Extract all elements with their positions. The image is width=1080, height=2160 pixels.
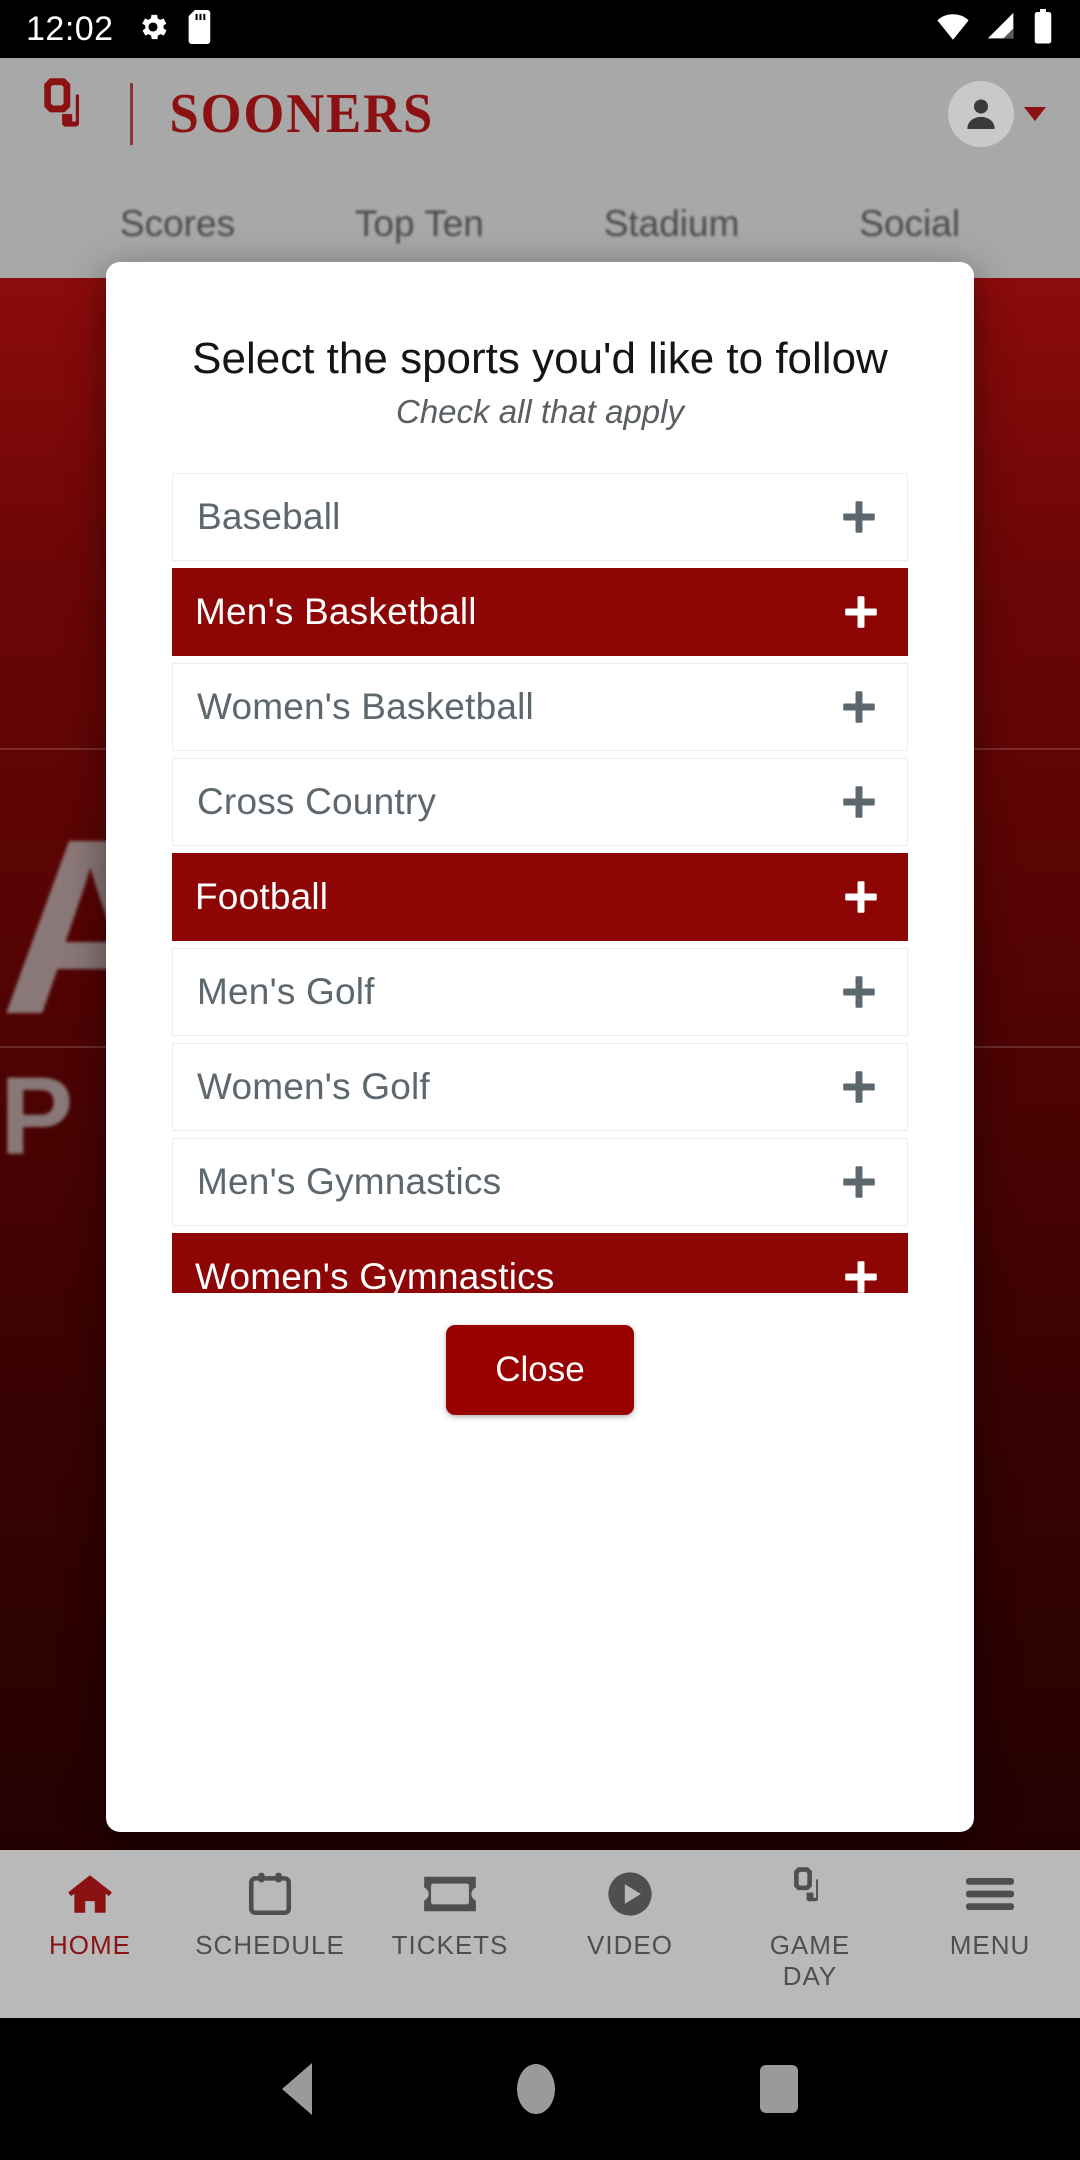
plus-icon[interactable] (837, 970, 881, 1014)
ticket-icon (422, 1866, 478, 1922)
sport-label: Women's Golf (197, 1066, 430, 1108)
sport-row[interactable]: Baseball (172, 473, 908, 562)
sport-label: Football (195, 876, 329, 918)
tab-label-home: HOME (49, 1930, 131, 1960)
plus-icon[interactable] (839, 1255, 883, 1294)
ou-logo-icon (787, 1866, 833, 1922)
modal-footer: Close (106, 1325, 974, 1416)
sport-row[interactable]: Men's Gymnastics (172, 1138, 908, 1227)
plus-icon[interactable] (839, 590, 883, 634)
sport-row[interactable]: Football (172, 853, 908, 942)
tab-video[interactable]: VIDEO (540, 1866, 720, 1961)
sport-label: Cross Country (197, 781, 437, 823)
plus-icon[interactable] (837, 1065, 881, 1109)
sport-label: Men's Gymnastics (197, 1161, 502, 1203)
sport-label: Women's Gymnastics (195, 1256, 555, 1294)
tab-label-tickets: TICKETS (391, 1930, 509, 1960)
sport-row[interactable]: Women's Gymnastics (172, 1233, 908, 1294)
calendar-icon (245, 1866, 295, 1922)
phone-screen: 12:02 SOONERS Scores Top Ten Stadium Soc… (0, 0, 1080, 2160)
sports-follow-modal: Select the sports you'd like to follow C… (106, 262, 974, 1832)
sport-label: Baseball (197, 496, 341, 538)
sport-label: Women's Basketball (197, 686, 534, 728)
sport-label: Men's Basketball (195, 591, 477, 633)
tab-schedule[interactable]: SCHEDULE (180, 1866, 360, 1961)
tab-tickets[interactable]: TICKETS (360, 1866, 540, 1961)
tab-game-day[interactable]: GAME DAY (720, 1866, 900, 1991)
play-circle-icon (604, 1866, 656, 1922)
home-circle-icon[interactable] (516, 2064, 555, 2114)
sport-row[interactable]: Women's Golf (172, 1043, 908, 1132)
sport-label: Men's Golf (197, 971, 375, 1013)
sport-row[interactable]: Men's Basketball (172, 568, 908, 657)
plus-icon[interactable] (837, 780, 881, 824)
back-triangle-icon[interactable] (282, 2063, 313, 2115)
recents-square-icon[interactable] (759, 2065, 798, 2113)
tab-label-video: VIDEO (587, 1930, 673, 1960)
modal-title: Select the sports you'd like to follow (192, 334, 888, 383)
modal-subtitle: Check all that apply (396, 393, 684, 431)
plus-icon[interactable] (837, 685, 881, 729)
plus-icon[interactable] (839, 875, 883, 919)
sport-row[interactable]: Women's Basketball (172, 663, 908, 752)
bottom-tab-bar: HOME SCHEDULE TICKETS VIDEO GAME DAY MEN… (0, 1850, 1080, 2018)
sport-row[interactable]: Men's Golf (172, 948, 908, 1037)
sports-list[interactable]: Baseball Men's Basketball Women's Basketba… (172, 473, 908, 1294)
tab-home[interactable]: HOME (0, 1866, 180, 1961)
tab-label-schedule: SCHEDULE (195, 1930, 345, 1960)
tab-label-menu: MENU (949, 1930, 1031, 1960)
close-button[interactable]: Close (446, 1325, 634, 1416)
sport-row[interactable]: Cross Country (172, 758, 908, 847)
android-nav-bar (0, 2018, 1080, 2160)
hamburger-icon (964, 1866, 1016, 1922)
tab-label-game-day: GAME DAY (769, 1930, 851, 1991)
home-icon (63, 1866, 117, 1922)
plus-icon[interactable] (837, 1160, 881, 1204)
plus-icon[interactable] (837, 495, 881, 539)
tab-menu[interactable]: MENU (900, 1866, 1080, 1961)
